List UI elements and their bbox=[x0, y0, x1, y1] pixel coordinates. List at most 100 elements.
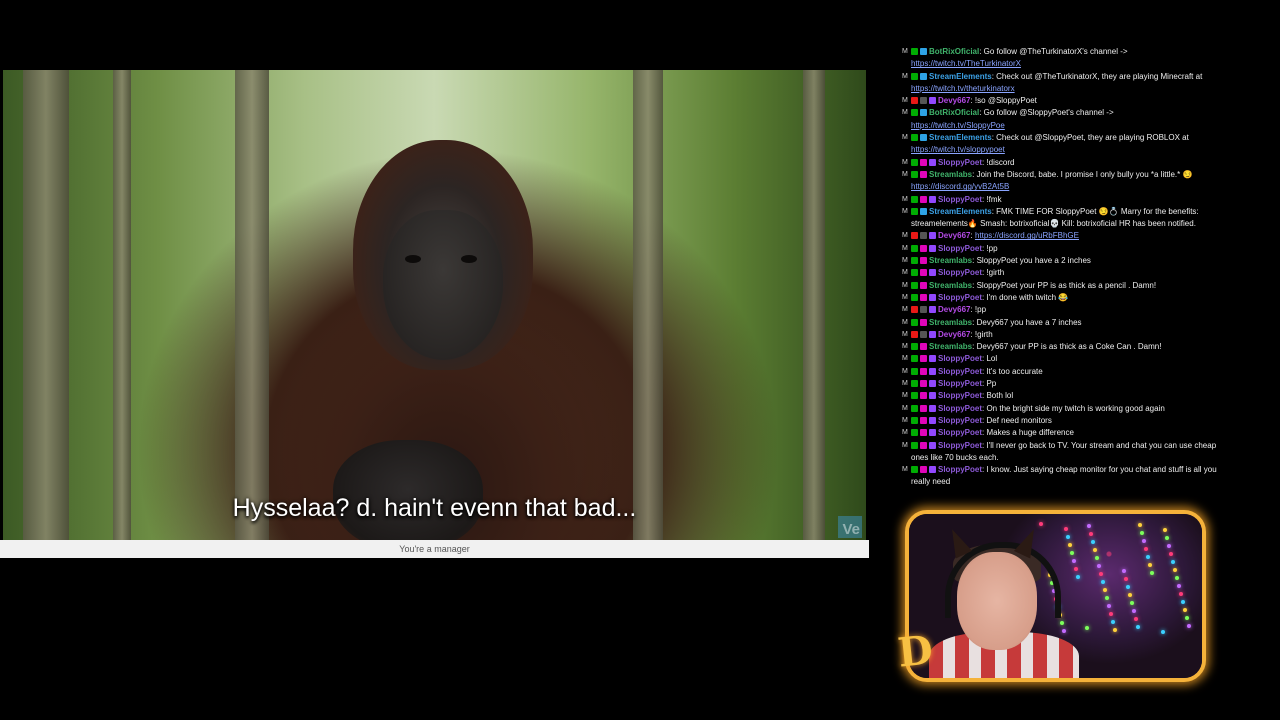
moderator-menu-icon[interactable]: M bbox=[902, 440, 908, 452]
fairy-light bbox=[1183, 608, 1187, 612]
chat-username[interactable]: Devy667 bbox=[938, 231, 970, 240]
moderator-menu-icon[interactable]: M bbox=[902, 403, 908, 415]
moderator-menu-icon[interactable]: M bbox=[902, 292, 908, 304]
chat-username[interactable]: Streamlabs bbox=[929, 256, 972, 265]
fairy-light bbox=[1130, 601, 1134, 605]
chat-username[interactable]: SloppyPoet bbox=[938, 465, 982, 474]
chat-message-text: : !pp bbox=[970, 305, 987, 315]
moderator-menu-icon[interactable]: M bbox=[902, 317, 908, 329]
chat-username[interactable]: SloppyPoet bbox=[938, 391, 982, 400]
chat-message: M Devy667: !so @SloppyPoet bbox=[902, 95, 1220, 107]
chat-username[interactable]: Streamlabs bbox=[929, 281, 972, 290]
moderator-menu-icon[interactable]: M bbox=[902, 230, 908, 242]
chat-username[interactable]: SloppyPoet bbox=[938, 404, 982, 413]
chat-badge-icon bbox=[911, 207, 918, 215]
chat-username[interactable]: Streamlabs bbox=[929, 318, 972, 327]
moderator-menu-icon[interactable]: M bbox=[902, 95, 908, 107]
moderator-menu-icon[interactable]: M bbox=[902, 132, 908, 144]
moderator-menu-icon[interactable]: M bbox=[902, 390, 908, 402]
fairy-light bbox=[1138, 523, 1142, 527]
chat-username[interactable]: SloppyPoet bbox=[938, 428, 982, 437]
chat-link[interactable]: https://twitch.tv/SloppyPoe bbox=[911, 120, 1220, 132]
chat-username[interactable]: SloppyPoet bbox=[938, 268, 982, 277]
chat-badge-icon bbox=[929, 330, 936, 338]
moderator-menu-icon[interactable]: M bbox=[902, 169, 908, 181]
chat-username[interactable]: Streamlabs bbox=[929, 170, 972, 179]
chat-username[interactable]: SloppyPoet bbox=[938, 367, 982, 376]
chat-username[interactable]: StreamElements bbox=[929, 133, 992, 142]
chat-username[interactable]: Devy667 bbox=[938, 96, 970, 105]
moderator-menu-icon[interactable]: M bbox=[902, 378, 908, 390]
moderator-menu-icon[interactable]: M bbox=[902, 329, 908, 341]
moderator-menu-icon[interactable]: M bbox=[902, 341, 908, 353]
chat-username[interactable]: Devy667 bbox=[938, 330, 970, 339]
moderator-menu-icon[interactable]: M bbox=[902, 427, 908, 439]
chat-badge-icon bbox=[911, 170, 918, 178]
chat-badge-icon bbox=[929, 232, 936, 240]
fairy-light bbox=[1070, 551, 1074, 555]
fairy-light bbox=[1181, 600, 1185, 604]
fairy-light bbox=[1171, 560, 1175, 564]
moderator-menu-icon[interactable]: M bbox=[902, 304, 908, 316]
moderator-menu-icon[interactable]: M bbox=[902, 206, 908, 218]
chat-username[interactable]: BotRixOficial bbox=[929, 108, 979, 117]
chat-badge-icon bbox=[911, 416, 918, 424]
background-tree bbox=[235, 70, 269, 540]
chat-username[interactable]: SloppyPoet bbox=[938, 293, 982, 302]
chat-username[interactable]: SloppyPoet bbox=[938, 416, 982, 425]
moderator-menu-icon[interactable]: M bbox=[902, 353, 908, 365]
chat-username[interactable]: SloppyPoet bbox=[938, 354, 982, 363]
moderator-menu-icon[interactable]: M bbox=[902, 243, 908, 255]
chat-badge-icon bbox=[929, 195, 936, 203]
chat-message: M BotRixOficial: Go follow @SloppyPoet's … bbox=[902, 107, 1220, 132]
chat-username[interactable]: StreamElements bbox=[929, 207, 992, 216]
fairy-light bbox=[1085, 626, 1089, 630]
chat-badge-icon bbox=[929, 380, 936, 388]
moderator-menu-icon[interactable]: M bbox=[902, 157, 908, 169]
chat-username[interactable]: BotRixOficial bbox=[929, 47, 979, 56]
chat-link[interactable]: https://twitch.tv/theturkinatorx bbox=[911, 83, 1220, 95]
chat-username[interactable]: SloppyPoet bbox=[938, 379, 982, 388]
chat-username[interactable]: SloppyPoet bbox=[938, 158, 982, 167]
chat-badge-icon bbox=[911, 269, 918, 277]
moderator-menu-icon[interactable]: M bbox=[902, 107, 908, 119]
chat-message: M Devy667: !girth bbox=[902, 329, 1220, 341]
fairy-light bbox=[1179, 592, 1183, 596]
chat-badge-icon bbox=[929, 355, 936, 363]
fairy-light bbox=[1099, 572, 1103, 576]
chat-link[interactable]: https://discord.gg/uRbFBhGE bbox=[975, 231, 1079, 240]
chat-username[interactable]: Devy667 bbox=[938, 305, 970, 314]
fairy-light bbox=[1126, 585, 1130, 589]
moderator-menu-icon[interactable]: M bbox=[902, 464, 908, 476]
chat-message: M SloppyPoet: Lol bbox=[902, 353, 1220, 365]
moderator-menu-icon[interactable]: M bbox=[902, 46, 908, 58]
chat-username[interactable]: StreamElements bbox=[929, 72, 992, 81]
chat-badge-icon bbox=[911, 195, 918, 203]
background-tree bbox=[803, 70, 825, 540]
chat-badge-icon bbox=[929, 306, 936, 314]
chat-badge-icon bbox=[920, 257, 927, 265]
fairy-light bbox=[1076, 575, 1080, 579]
chat-username[interactable]: Streamlabs bbox=[929, 342, 972, 351]
video-player[interactable]: Hysselaa? d. hain't evenn that bad... Ve bbox=[3, 70, 866, 540]
moderator-menu-icon[interactable]: M bbox=[902, 194, 908, 206]
chat-link[interactable]: https://discord.gg/yvB2At5B bbox=[911, 181, 1220, 193]
chat-username[interactable]: SloppyPoet bbox=[938, 244, 982, 253]
chat-message-text: : Join the Discord, babe. I promise I on… bbox=[972, 169, 1193, 179]
chat-badge-icon bbox=[911, 72, 918, 80]
chat-message: M SloppyPoet: !pp bbox=[902, 243, 1220, 255]
moderator-menu-icon[interactable]: M bbox=[902, 280, 908, 292]
chat-link[interactable]: https://twitch.tv/sloppypoet bbox=[911, 144, 1220, 156]
moderator-menu-icon[interactable]: M bbox=[902, 366, 908, 378]
chat-message-text: : !girth bbox=[970, 329, 993, 339]
moderator-menu-icon[interactable]: M bbox=[902, 255, 908, 267]
moderator-menu-icon[interactable]: M bbox=[902, 71, 908, 83]
moderator-menu-icon[interactable]: M bbox=[902, 415, 908, 427]
chat-message: M Devy667: !pp bbox=[902, 304, 1220, 316]
chat-username[interactable]: SloppyPoet bbox=[938, 195, 982, 204]
chat-message-text: : Def need monitors bbox=[982, 415, 1052, 425]
chat-username[interactable]: SloppyPoet bbox=[938, 441, 982, 450]
fairy-light bbox=[1068, 543, 1072, 547]
chat-link[interactable]: https://twitch.tv/TheTurkinatorX bbox=[911, 58, 1220, 70]
moderator-menu-icon[interactable]: M bbox=[902, 267, 908, 279]
